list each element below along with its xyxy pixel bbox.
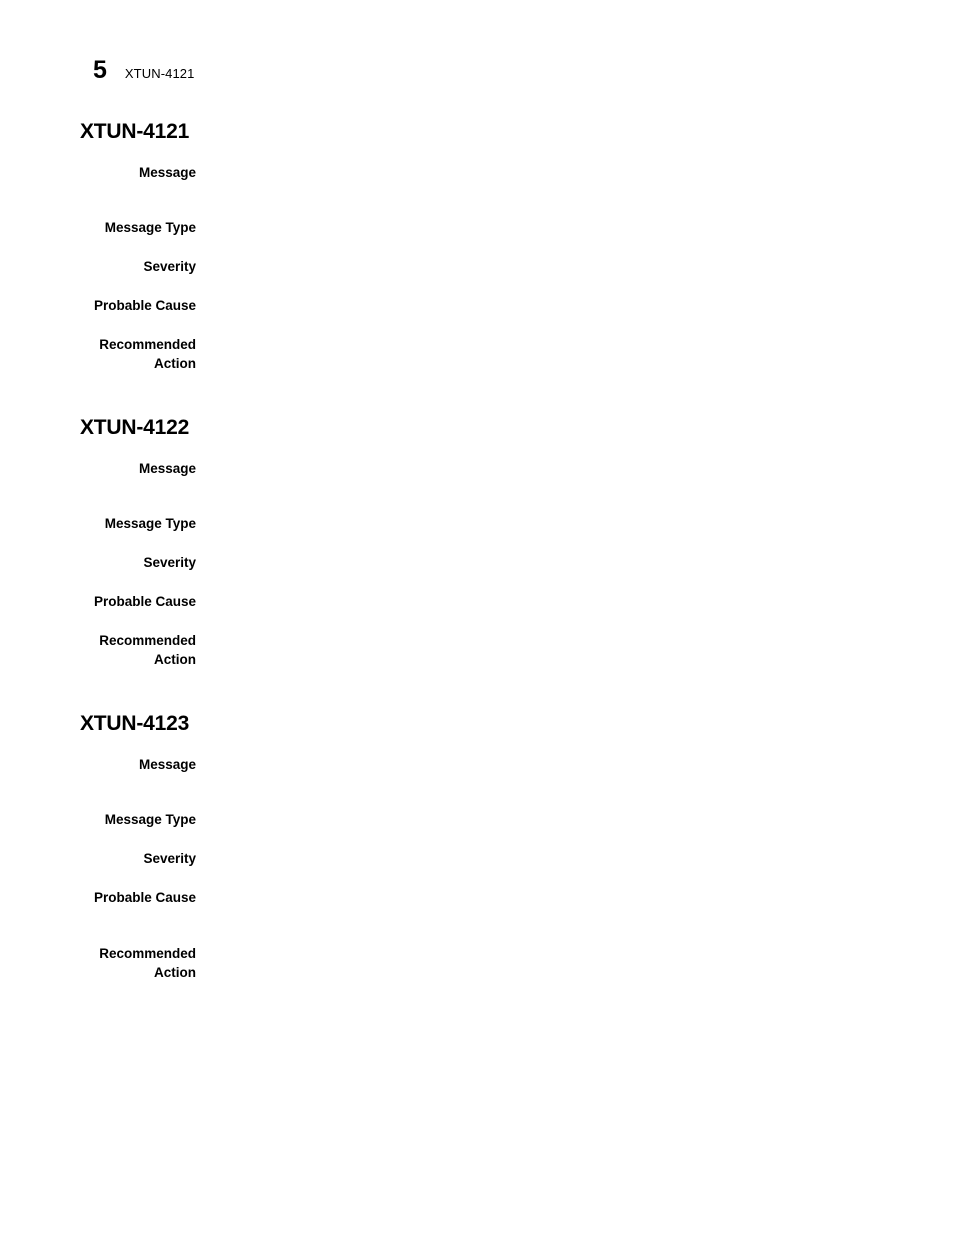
message-section-xtun-4121: XTUN-4121 Message Message Type Severity …: [80, 120, 880, 373]
field-value-severity: [196, 257, 880, 276]
field-table: Message Message Type Severity Probable C…: [80, 459, 880, 669]
spacer-row: [80, 533, 880, 553]
spacer-row: [80, 315, 880, 335]
section-heading: XTUN-4123: [80, 712, 190, 736]
spacer-row: [80, 774, 880, 810]
spacer-row: [80, 182, 880, 218]
field-label-recommended-action: Recommended Action: [99, 337, 196, 372]
field-value-severity: [196, 849, 880, 868]
field-label-probable-cause: Probable Cause: [93, 890, 196, 906]
section-heading: XTUN-4121: [80, 120, 190, 143]
section-heading: XTUN-4122: [80, 416, 190, 440]
field-label-message: Message: [138, 757, 196, 773]
field-value-message: [196, 163, 880, 182]
field-label-severity: Severity: [143, 555, 196, 571]
running-header: 5 XTUN-4121: [93, 58, 194, 83]
field-label-message-type: Message Type: [104, 220, 196, 236]
field-label-recommended-action: Recommended Action: [99, 946, 196, 981]
field-label-severity: Severity: [143, 851, 196, 867]
spacer-row: [80, 572, 880, 592]
field-label-probable-cause: Probable Cause: [93, 594, 196, 610]
field-row-recommended-action: Recommended Action: [80, 944, 880, 982]
field-value-recommended-action: [196, 335, 880, 373]
field-value-recommended-action: [196, 631, 880, 669]
field-value-severity: [196, 553, 880, 572]
field-row-severity: Severity: [80, 257, 880, 276]
field-label-recommended-action: Recommended Action: [99, 633, 196, 668]
message-section-xtun-4123: XTUN-4123 Message Message Type Severity …: [80, 712, 880, 982]
field-row-recommended-action: Recommended Action: [80, 335, 880, 373]
field-value-probable-cause: [196, 592, 880, 611]
field-label-probable-cause: Probable Cause: [93, 298, 196, 314]
field-row-probable-cause: Probable Cause: [80, 296, 880, 315]
field-label-message-type: Message Type: [104, 812, 196, 828]
spacer-row: [80, 829, 880, 849]
spacer-row: [80, 907, 880, 944]
page-content: XTUN-4121 Message Message Type Severity …: [80, 120, 880, 982]
field-label-severity: Severity: [143, 259, 196, 275]
page-number: 5: [93, 56, 107, 84]
field-value-probable-cause: [196, 296, 880, 315]
field-value-message-type: [196, 218, 880, 237]
field-row-severity: Severity: [80, 849, 880, 868]
field-table: Message Message Type Severity Probable C…: [80, 755, 880, 982]
field-row-message-type: Message Type: [80, 218, 880, 237]
spacer-row: [80, 868, 880, 888]
field-value-recommended-action: [196, 944, 880, 982]
field-row-message-type: Message Type: [80, 514, 880, 533]
header-chapter-label: XTUN-4121: [124, 66, 195, 81]
field-row-message: Message: [80, 459, 880, 478]
field-row-severity: Severity: [80, 553, 880, 572]
spacer-row: [80, 611, 880, 631]
field-table: Message Message Type Severity Probable C…: [80, 163, 880, 373]
field-row-probable-cause: Probable Cause: [80, 592, 880, 611]
field-label-message-type: Message Type: [104, 516, 196, 532]
field-value-probable-cause: [196, 888, 880, 907]
field-label-message: Message: [138, 461, 196, 477]
spacer-row: [80, 237, 880, 257]
spacer-row: [80, 478, 880, 514]
document-page: 5 XTUN-4121 XTUN-4121 Message Message Ty…: [0, 0, 954, 1235]
field-row-message-type: Message Type: [80, 810, 880, 829]
field-value-message: [196, 755, 880, 774]
field-row-probable-cause: Probable Cause: [80, 888, 880, 907]
field-row-message: Message: [80, 755, 880, 774]
field-row-recommended-action: Recommended Action: [80, 631, 880, 669]
field-row-message: Message: [80, 163, 880, 182]
spacer-row: [80, 276, 880, 296]
field-label-message: Message: [138, 165, 196, 181]
message-section-xtun-4122: XTUN-4122 Message Message Type Severity …: [80, 416, 880, 669]
field-value-message-type: [196, 514, 880, 533]
field-value-message: [196, 459, 880, 478]
field-value-message-type: [196, 810, 880, 829]
